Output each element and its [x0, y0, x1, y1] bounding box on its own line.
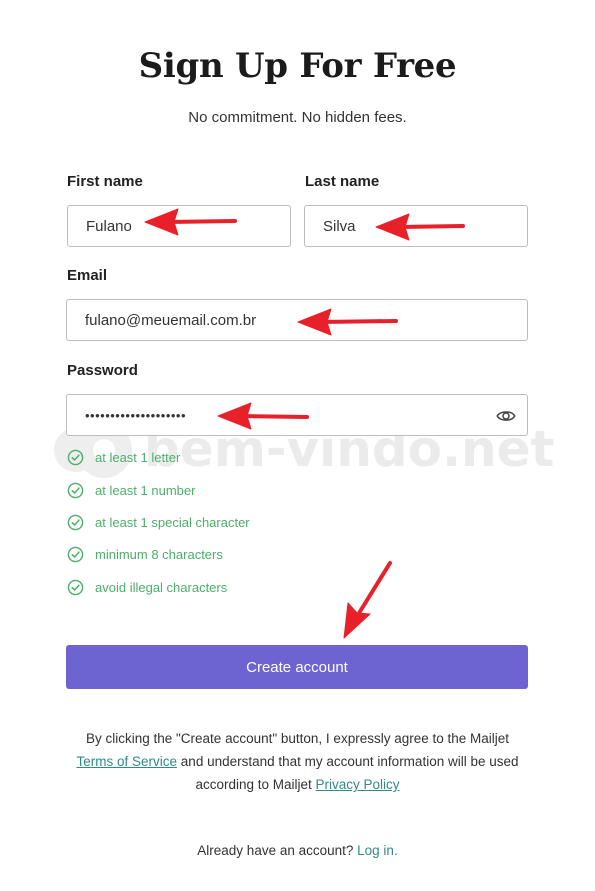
password-label: Password [67, 362, 138, 379]
first-name-label: First name [67, 173, 143, 190]
last-name-field-box [304, 205, 528, 247]
password-rule-item: avoid illegal characters [67, 578, 227, 596]
legal-text-1: By clicking the "Create account" button,… [85, 731, 510, 746]
check-circle-icon [67, 546, 84, 562]
page-subtitle: No commitment. No hidden fees. [188, 109, 407, 126]
eye-icon[interactable] [496, 406, 516, 426]
password-rule-text: at least 1 number [95, 482, 196, 498]
login-prompt: Already have an account? Log in. [0, 843, 595, 858]
check-circle-icon [67, 482, 84, 498]
page-title: Sign Up For Free [138, 46, 457, 86]
password-field-box [66, 394, 528, 436]
first-name-field-box [67, 205, 291, 247]
signup-page: bem-vindo.net Sign Up For Free No commit… [0, 0, 595, 891]
email-input[interactable] [67, 300, 527, 340]
create-account-button[interactable]: Create account [66, 645, 528, 689]
password-rule-text: minimum 8 characters [95, 546, 223, 562]
password-rule-text: avoid illegal characters [95, 579, 228, 595]
terms-of-service-link[interactable]: Terms of Service [77, 754, 178, 769]
password-rule-item: minimum 8 characters [67, 545, 223, 563]
password-rule-text: at least 1 special character [95, 514, 250, 530]
last-name-label: Last name [305, 173, 380, 190]
password-rule-text: at least 1 letter [95, 449, 181, 465]
password-input[interactable] [67, 395, 527, 435]
arrow-icon [343, 561, 392, 639]
password-rule-item: at least 1 special character [67, 513, 250, 531]
privacy-policy-link[interactable]: Privacy Policy [316, 777, 400, 792]
check-circle-icon [67, 449, 84, 465]
email-field-box [66, 299, 528, 341]
check-circle-icon [67, 514, 84, 530]
password-rule-item: at least 1 letter [67, 448, 180, 466]
password-rule-item: at least 1 number [67, 481, 195, 499]
first-name-input[interactable] [68, 206, 290, 246]
log-in-link[interactable]: Log in. [357, 843, 398, 858]
check-circle-icon [67, 579, 84, 595]
login-prompt-text: Already have an account? [197, 843, 354, 858]
last-name-input[interactable] [305, 206, 527, 246]
email-label: Email [67, 267, 108, 284]
legal-notice: By clicking the "Create account" button,… [60, 727, 535, 796]
